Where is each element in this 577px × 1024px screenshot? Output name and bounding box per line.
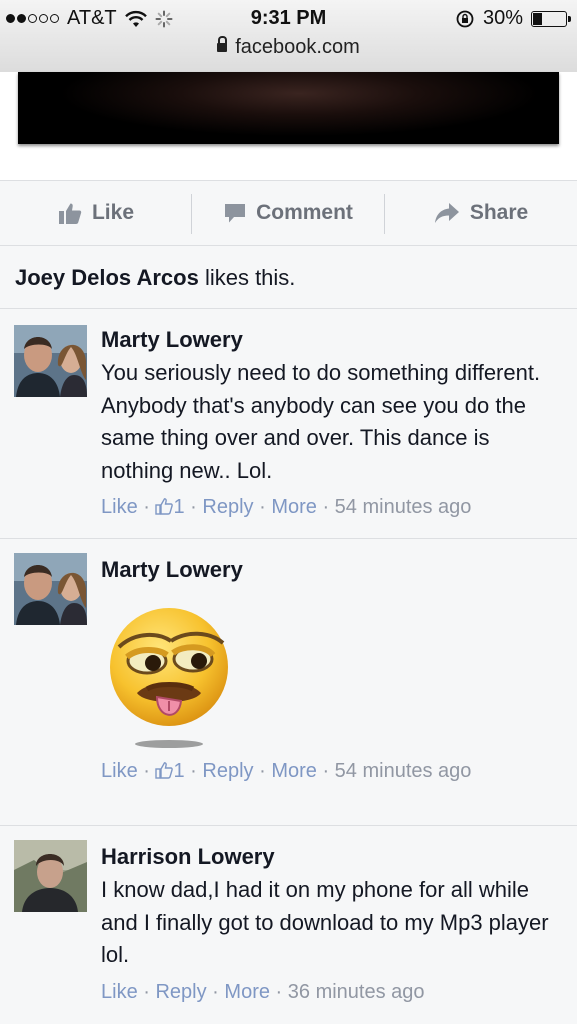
comment-body: Marty Lowery You seriously need to do so… — [101, 325, 557, 521]
post-media-area — [0, 72, 577, 180]
emoji-sticker[interactable] — [101, 603, 228, 748]
share-label: Share — [469, 201, 529, 224]
likes-summary: Joey Delos Arcos likes this. — [0, 246, 577, 309]
comment-time: 54 minutes ago — [334, 496, 472, 518]
lock-icon — [217, 36, 228, 52]
avatar[interactable] — [14, 840, 87, 912]
share-arrow-icon — [434, 203, 459, 223]
comment-like-link[interactable]: Like — [101, 981, 138, 1003]
like-count-icon — [155, 762, 174, 779]
comment-button[interactable]: Comment — [192, 181, 385, 245]
comment-text: You seriously need to do something diffe… — [101, 360, 541, 483]
comment-text: I know dad,I had it on my phone for all … — [101, 877, 549, 967]
liker-name[interactable]: Joey Delos Arcos — [15, 265, 199, 290]
post-action-bar: Like Comment Share — [0, 180, 577, 246]
like-button[interactable]: Like — [0, 181, 192, 245]
comment-time: 54 minutes ago — [334, 760, 472, 782]
avatar[interactable] — [14, 553, 87, 625]
comment-author[interactable]: Marty Lowery — [101, 325, 557, 355]
comment-reply-link[interactable]: Reply — [202, 496, 253, 518]
like-count-icon — [155, 498, 174, 515]
browser-status-bar: AT&T 9:31 PM 30% facebook.com — [0, 0, 577, 73]
comment-author[interactable]: Marty Lowery — [101, 555, 557, 585]
likes-suffix: likes this. — [198, 265, 296, 290]
like-count[interactable]: 1 — [173, 496, 184, 518]
like-count[interactable]: 1 — [173, 760, 184, 782]
thumbs-up-icon — [58, 203, 82, 224]
battery-percent: 30% — [482, 7, 523, 29]
address-bar[interactable]: facebook.com — [0, 36, 577, 59]
comment-label: Comment — [256, 201, 353, 224]
comment-time: 36 minutes ago — [287, 980, 425, 1003]
comment-like-link[interactable]: Like — [101, 760, 138, 782]
comment-meta: Like · Reply · More · 36 minutes ago — [101, 980, 425, 1003]
comment-body: Marty Lowery Like · 1 · Reply · More · 5… — [101, 555, 557, 785]
comment-reply-link[interactable]: Reply — [202, 760, 253, 782]
comment-reply-link[interactable]: Reply — [155, 981, 206, 1003]
comment-bubble-icon — [225, 204, 246, 223]
comment-author[interactable]: Harrison Lowery — [101, 842, 557, 872]
like-label: Like — [91, 201, 135, 224]
url-text: facebook.com — [235, 36, 360, 58]
comment-item: Marty Lowery Like · 1 · Reply · More · 5… — [0, 539, 577, 826]
comment-meta: Like · 1 · Reply · More · 54 minutes ago — [101, 496, 472, 518]
comment-body: Harrison Lowery I know dad,I had it on m… — [101, 842, 557, 1006]
comment-more-link[interactable]: More — [271, 760, 317, 782]
orientation-lock-icon — [456, 10, 474, 27]
battery-icon — [531, 10, 571, 27]
avatar[interactable] — [14, 325, 87, 397]
comment-meta: Like · 1 · Reply · More · 54 minutes ago — [101, 760, 472, 782]
video-thumbnail[interactable] — [18, 72, 559, 144]
comment-more-link[interactable]: More — [224, 981, 270, 1003]
comment-item: Harrison Lowery I know dad,I had it on m… — [0, 826, 577, 1024]
share-button[interactable]: Share — [385, 181, 577, 245]
comment-more-link[interactable]: More — [271, 496, 317, 518]
status-right: 30% — [455, 7, 571, 30]
comment-item: Marty Lowery You seriously need to do so… — [0, 309, 577, 539]
comment-like-link[interactable]: Like — [101, 496, 138, 518]
